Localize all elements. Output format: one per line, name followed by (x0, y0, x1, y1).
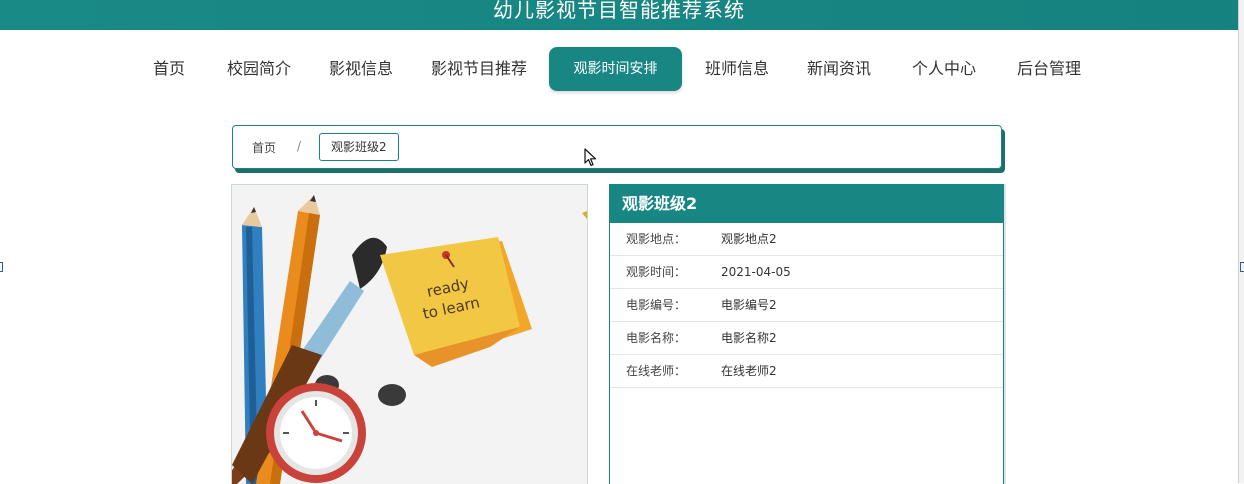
nav-item-film-info[interactable]: 影视信息 (329, 47, 393, 91)
nav-item-personal-center[interactable]: 个人中心 (912, 47, 976, 91)
detail-row: 观影时间： 2021-04-05 (610, 256, 1003, 289)
nav-item-teachers[interactable]: 班师信息 (705, 47, 769, 91)
detail-label-time: 观影时间： (626, 265, 687, 279)
site-title: 幼儿影视节目智能推荐系统 (493, 0, 745, 22)
detail-label-film-number: 电影编号： (626, 298, 687, 312)
class-detail-panel: 观影班级2 观影地点： 观影地点2 观影时间： 2021-04-05 电影编号：… (609, 184, 1004, 484)
breadcrumb-current: 观影班级2 (319, 133, 399, 161)
detail-row: 电影名称： 电影名称2 (610, 322, 1003, 355)
breadcrumb: 首页 / 观影班级2 (232, 125, 1002, 169)
class-image: ready to learn (231, 184, 588, 484)
nav-item-home[interactable]: 首页 (153, 47, 185, 91)
mouse-cursor-icon (584, 148, 597, 167)
detail-title: 观影班级2 (610, 185, 1003, 223)
site-header: 幼儿影视节目智能推荐系统 (0, 0, 1238, 30)
resize-handle-left[interactable] (0, 262, 3, 272)
breadcrumb-separator: / (297, 139, 302, 153)
detail-row: 电影编号： 电影编号2 (610, 289, 1003, 322)
detail-label-location: 观影地点： (626, 232, 687, 246)
detail-label-film-name: 电影名称： (626, 331, 687, 345)
detail-label-teacher: 在线老师： (626, 364, 687, 378)
detail-row: 在线老师： 在线老师2 (610, 355, 1003, 388)
detail-value-film-number: 电影编号2 (721, 298, 777, 312)
detail-row: 观影地点： 观影地点2 (610, 223, 1003, 256)
nav-item-admin[interactable]: 后台管理 (1017, 47, 1081, 91)
detail-value-location: 观影地点2 (721, 232, 777, 246)
detail-value-time: 2021-04-05 (721, 265, 791, 279)
detail-value-film-name: 电影名称2 (721, 331, 777, 345)
detail-value-teacher: 在线老师2 (721, 364, 777, 378)
nav-item-schedule[interactable]: 观影时间安排 (549, 47, 682, 91)
school-supplies-illustration: ready to learn (232, 185, 587, 484)
nav-item-campus-intro[interactable]: 校园简介 (227, 47, 291, 91)
nav-item-recommendations[interactable]: 影视节目推荐 (431, 47, 527, 91)
main-nav: 首页 校园简介 影视信息 影视节目推荐 观影时间安排 班师信息 新闻资讯 个人中… (0, 47, 1238, 91)
resize-handle-right[interactable] (1240, 262, 1244, 272)
nav-item-news[interactable]: 新闻资讯 (807, 47, 871, 91)
breadcrumb-home-link[interactable]: 首页 (252, 139, 276, 156)
window-edge (1238, 0, 1244, 483)
